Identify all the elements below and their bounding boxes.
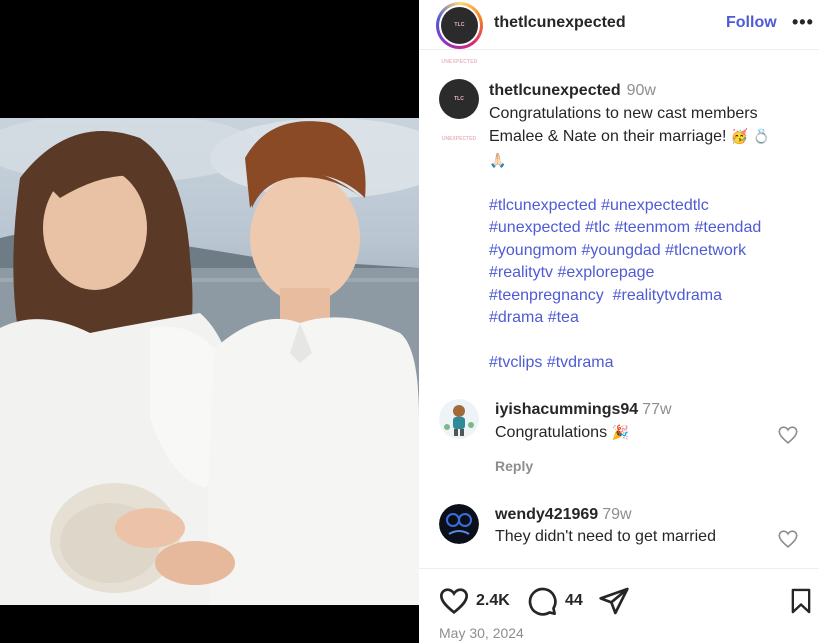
post-media[interactable] — [0, 0, 419, 643]
comment-icon[interactable] — [526, 585, 558, 617]
commenter-avatar[interactable] — [439, 399, 479, 439]
hashtag[interactable]: #tlc — [585, 219, 610, 236]
tlc-logo: TLC UNEXPECTED — [441, 7, 478, 65]
comment-text: Congratulations — [495, 424, 608, 441]
comment-text: They didn't need to get married — [495, 528, 716, 545]
caption-time[interactable]: 90w — [627, 82, 656, 99]
comments-count[interactable]: 44 — [565, 592, 583, 610]
account-avatar[interactable]: TLC UNEXPECTED — [436, 2, 483, 65]
comment-username[interactable]: iyishacummings94 — [495, 401, 638, 418]
hashtag[interactable]: #youngmom — [489, 242, 577, 259]
hashtag[interactable]: #teenmom — [614, 219, 690, 236]
caption-avatar[interactable]: TLC UNEXPECTED — [439, 79, 479, 142]
caption-text-line2: Emalee & Nate on their marriage! — [489, 128, 727, 145]
hashtag[interactable]: #tvdrama — [547, 354, 614, 371]
comment-username[interactable]: wendy421969 — [495, 506, 598, 523]
party-emoji: 🥳 — [730, 128, 749, 144]
post-header: TLC UNEXPECTED thetlcunexpected Follow •… — [419, 0, 819, 65]
account-username[interactable]: thetlcunexpected — [494, 14, 626, 32]
ring-emoji: 💍 — [752, 128, 771, 144]
hashtag[interactable]: #unexpected — [489, 219, 581, 236]
more-icon[interactable]: ••• — [792, 12, 814, 33]
hashtag[interactable]: #tvclips — [489, 354, 542, 371]
bookmark-icon[interactable] — [787, 585, 815, 617]
share-icon[interactable] — [598, 585, 630, 617]
post-actions: 2.4K 44 May 30, 2024 — [419, 568, 819, 643]
hashtag[interactable]: #realitytv — [489, 264, 553, 281]
hashtag[interactable]: #tlcnetwork — [665, 242, 746, 259]
hashtag[interactable]: #teenpregnancy — [489, 287, 604, 304]
hashtag[interactable]: #explorepage — [557, 264, 654, 281]
hashtag[interactable]: #tlcunexpected — [489, 197, 597, 214]
hashtag[interactable]: #teendad — [695, 219, 762, 236]
caption-username[interactable]: thetlcunexpected — [489, 82, 621, 99]
heart-icon[interactable] — [777, 424, 799, 446]
post-date[interactable]: May 30, 2024 — [439, 625, 524, 641]
hashtag[interactable]: #drama — [489, 309, 543, 326]
hashtag[interactable]: #tea — [548, 309, 579, 326]
like-heart-icon[interactable] — [438, 585, 470, 617]
comment-time[interactable]: 77w — [642, 401, 671, 418]
comment-time[interactable]: 79w — [602, 506, 631, 523]
post-panel: TLC UNEXPECTED thetlcunexpected Follow •… — [419, 0, 819, 643]
hashtag[interactable]: #youngdad — [582, 242, 661, 259]
hashtag[interactable]: #unexpectedtlc — [601, 197, 709, 214]
commenter-avatar[interactable] — [439, 504, 479, 544]
heart-icon[interactable] — [777, 528, 799, 550]
hashtag[interactable]: #realitytvdrama — [613, 287, 722, 304]
follow-button[interactable]: Follow — [726, 14, 777, 32]
pray-emoji: 🙏🏻 — [489, 151, 507, 168]
reply-button[interactable]: Reply — [495, 458, 533, 474]
likes-count[interactable]: 2.4K — [476, 592, 510, 610]
post-photo[interactable] — [0, 118, 419, 605]
post-caption: thetlcunexpected 90w Congratulations to n… — [489, 80, 809, 375]
caption-text-line1: Congratulations to new cast members — [489, 104, 758, 122]
party-popper-emoji: 🎉 — [611, 424, 629, 440]
